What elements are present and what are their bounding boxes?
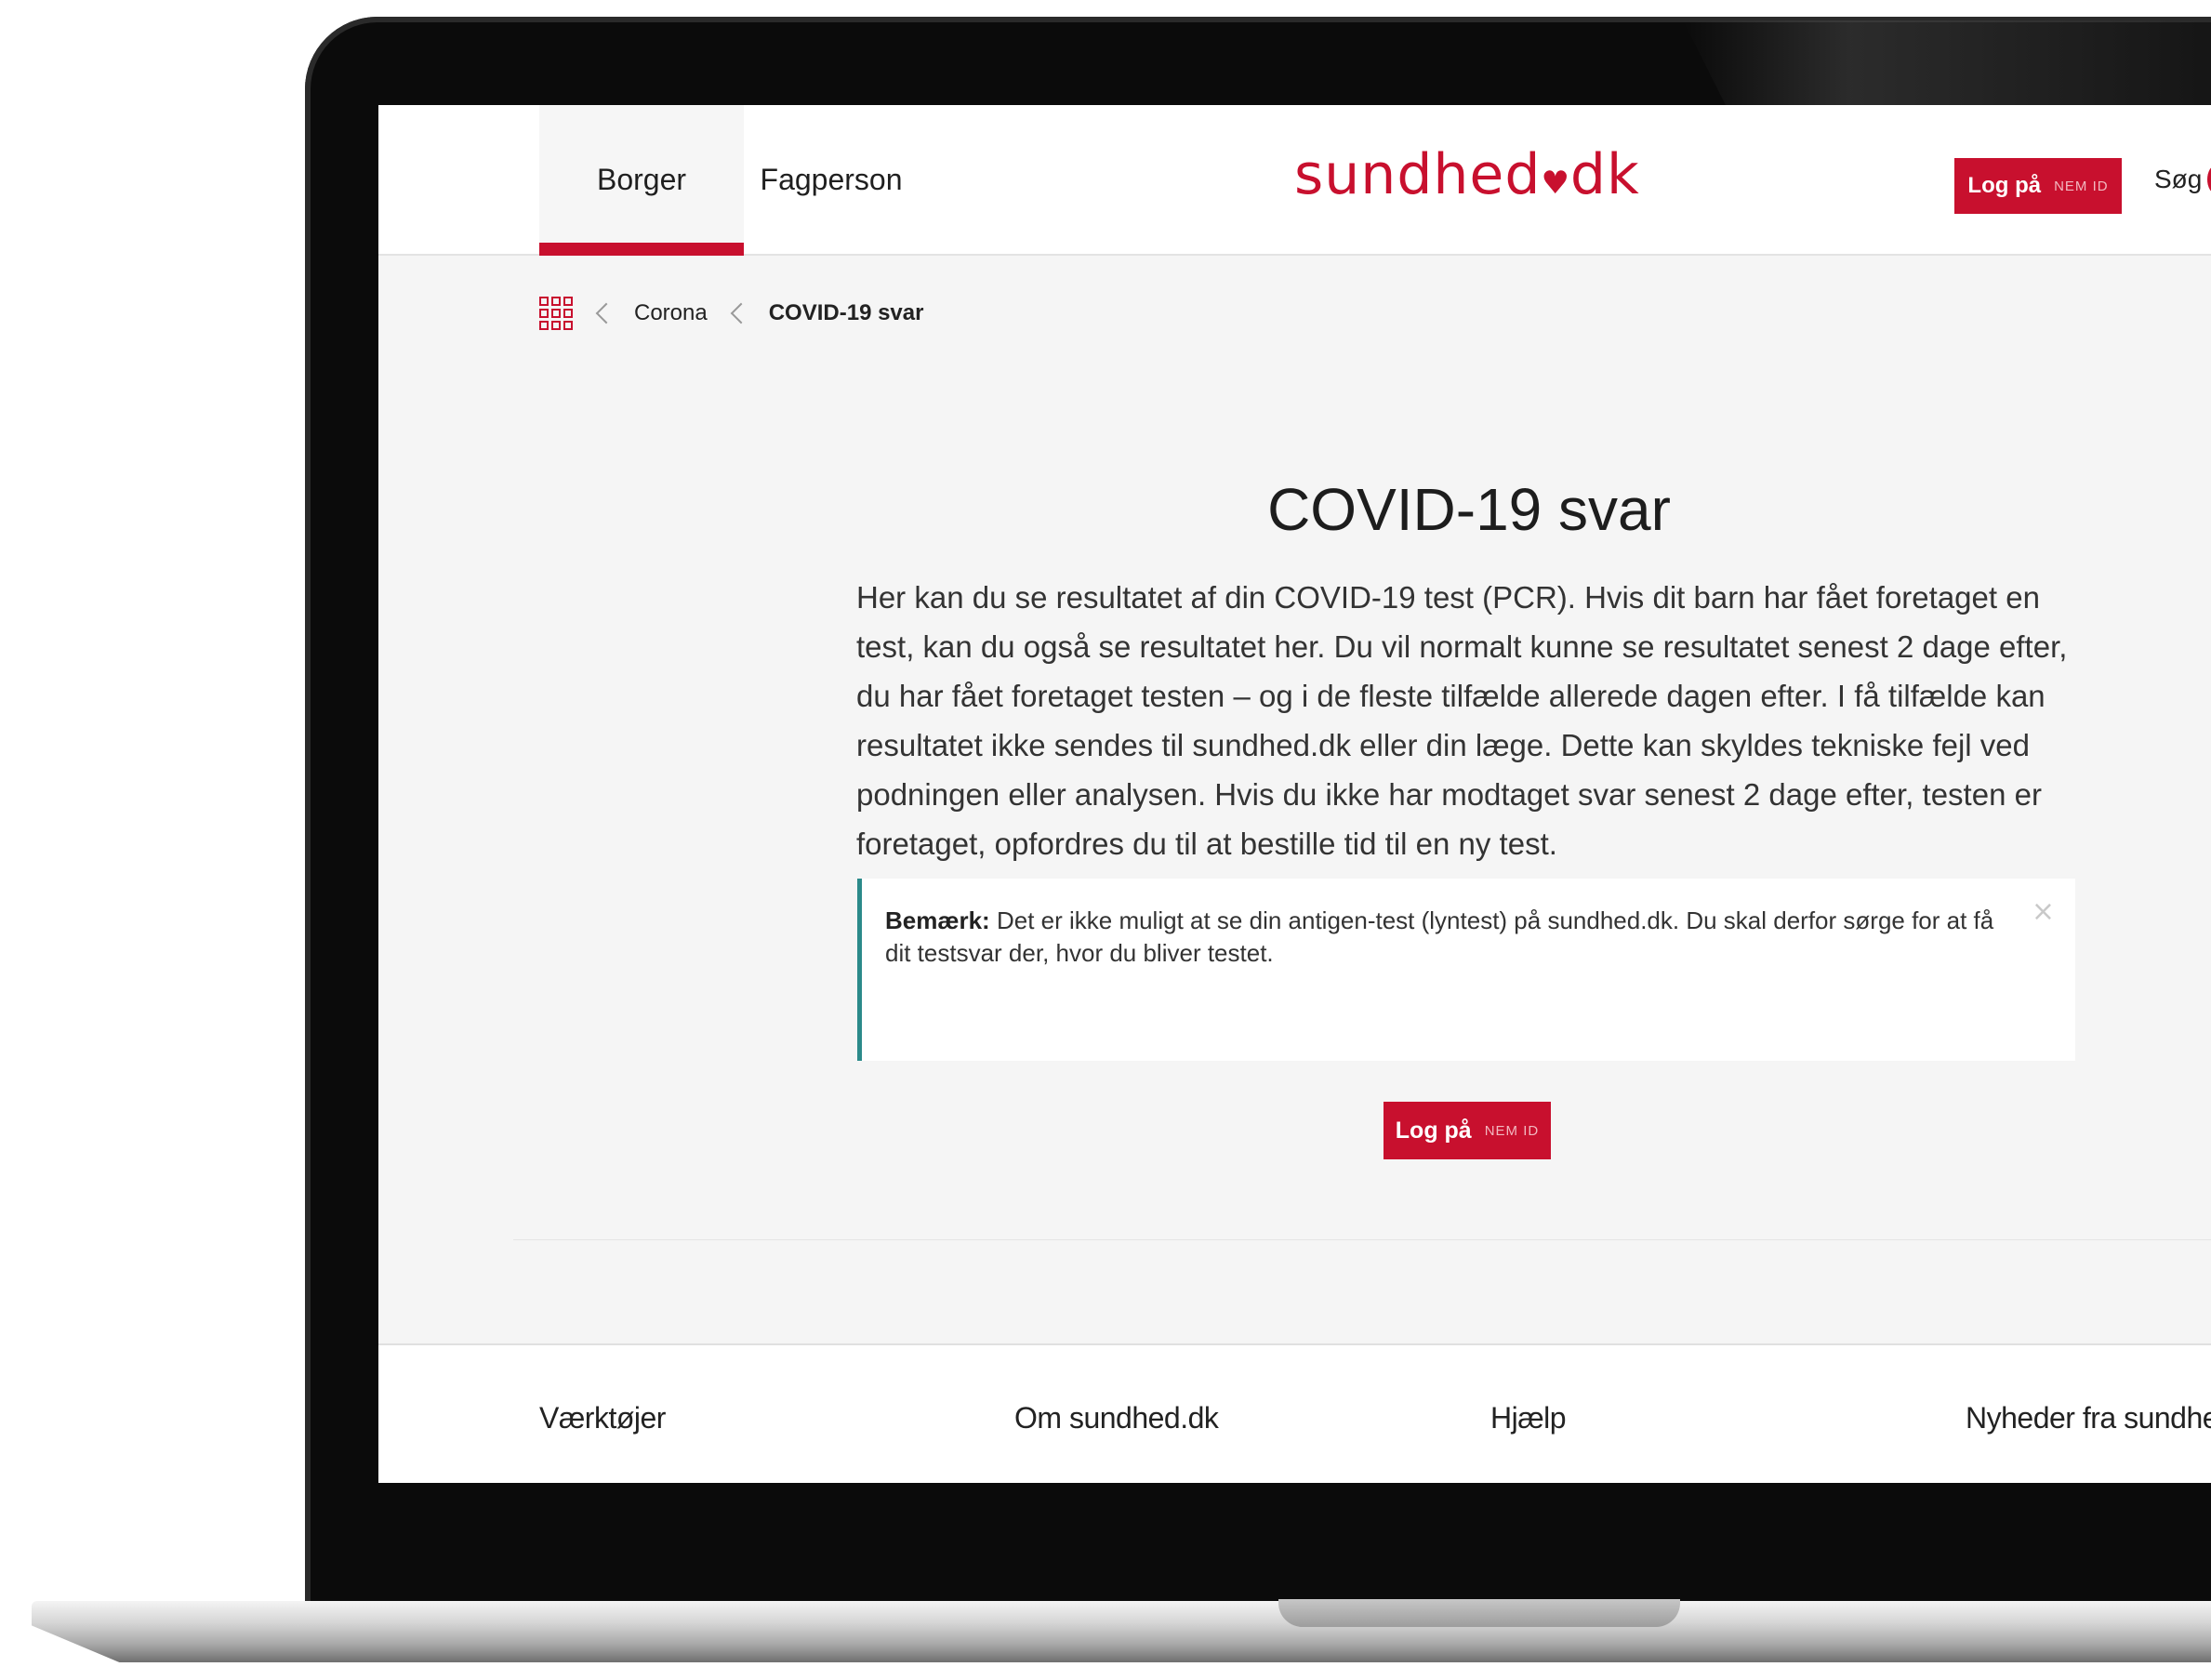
notice-label: Bemærk: xyxy=(885,906,990,934)
breadcrumb: Corona COVID-19 svar xyxy=(539,297,923,330)
close-icon[interactable]: × xyxy=(2032,895,2055,928)
intro-text: Her kan du se resultatet af din COVID-19… xyxy=(856,580,2068,861)
main-login-label: Log på xyxy=(1395,1117,1472,1144)
tab-fagperson[interactable]: Fagperson xyxy=(760,105,903,254)
footer-link-nyheder[interactable]: Nyheder fra sundhed.dk xyxy=(1966,1401,2211,1435)
laptop-base xyxy=(32,1601,2211,1662)
tab-fagperson-label: Fagperson xyxy=(760,162,903,196)
header-login-button[interactable]: Log på NEM ID xyxy=(1954,158,2122,214)
footer-link-hjaelp[interactable]: Hjælp xyxy=(1490,1401,1567,1435)
breadcrumb-item-current: COVID-19 svar xyxy=(768,300,924,325)
browser-screen: Borger Fagperson sundhed♥dk Log på NEM I… xyxy=(378,105,2211,1483)
page-title: COVID-19 svar xyxy=(1267,475,1671,543)
tab-borger-label: Borger xyxy=(596,162,687,196)
laptop-notch xyxy=(1278,1599,1680,1627)
header-nemid-badge: NEM ID xyxy=(2054,178,2109,194)
content-divider xyxy=(513,1239,2211,1240)
chevron-left-icon xyxy=(730,302,752,324)
notice-text: Det er ikke muligt at se din antigen-tes… xyxy=(885,906,1994,967)
notice-box: Bemærk: Det er ikke muligt at se din ant… xyxy=(857,879,2075,1061)
header-login-label: Log på xyxy=(1967,173,2042,198)
site-footer: Værktøjer Om sundhed.dk Hjælp Nyheder fr… xyxy=(378,1343,2211,1483)
main-nemid-badge: NEM ID xyxy=(1484,1122,1540,1139)
chevron-left-icon xyxy=(595,302,617,324)
breadcrumb-item-corona[interactable]: Corona xyxy=(634,300,708,326)
footer-link-om[interactable]: Om sundhed.dk xyxy=(1014,1401,1219,1435)
logo-text-right: dk xyxy=(1569,142,1640,207)
logo-text-left: sundhed xyxy=(1294,142,1542,207)
tab-borger[interactable]: Borger xyxy=(539,105,744,256)
search-label: Søg xyxy=(2154,165,2203,193)
search-button[interactable]: Søg xyxy=(2154,165,2211,194)
search-icon xyxy=(2207,165,2211,193)
menu-grid-icon[interactable] xyxy=(539,297,573,330)
site-header: Borger Fagperson sundhed♥dk Log på NEM I… xyxy=(378,105,2211,256)
footer-link-vaerktoejer[interactable]: Værktøjer xyxy=(539,1401,666,1435)
logo-heart-icon: ♥ xyxy=(1541,165,1570,202)
site-logo[interactable]: sundhed♥dk xyxy=(1294,142,1640,207)
bezel-reflection xyxy=(1683,20,2211,109)
main-login-button[interactable]: Log på NEM ID xyxy=(1384,1102,1551,1159)
